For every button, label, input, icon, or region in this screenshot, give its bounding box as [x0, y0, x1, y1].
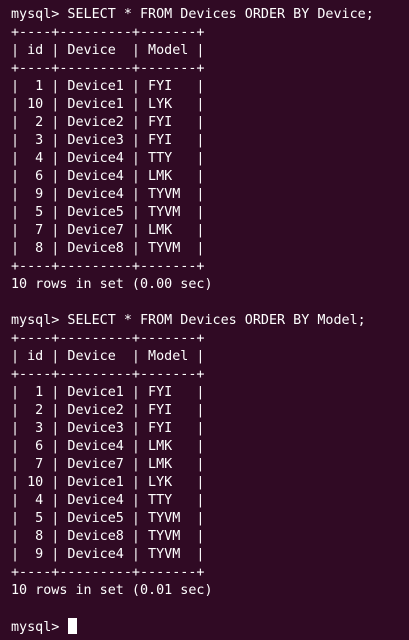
table-row: | 8 | Device8 | TYVM |: [11, 529, 205, 544]
table-border: +----+---------+-------+: [11, 565, 205, 580]
table-row: | 10 | Device1 | LYK |: [11, 475, 205, 490]
text-cursor: [68, 618, 78, 634]
table-border: +----+---------+-------+: [11, 259, 205, 274]
result-summary: 10 rows in set (0.00 sec): [11, 277, 213, 292]
command-prompt-line[interactable]: mysql>: [11, 618, 78, 636]
table-row: | 9 | Device4 | TYVM |: [11, 187, 205, 202]
table-row: | 9 | Device4 | TYVM |: [11, 547, 205, 562]
table-border: +----+---------+-------+: [11, 367, 205, 382]
table-row: | 3 | Device3 | FYI |: [11, 133, 205, 148]
table-row: | 1 | Device1 | FYI |: [11, 79, 205, 94]
table-row: | 7 | Device7 | LMK |: [11, 223, 205, 238]
table-row: | 10 | Device1 | LYK |: [11, 97, 205, 112]
table-row: | 8 | Device8 | TYVM |: [11, 241, 205, 256]
terminal-line-query-2: mysql> SELECT * FROM Devices ORDER BY Mo…: [11, 313, 366, 328]
table-row: | 4 | Device4 | TTY |: [11, 493, 205, 508]
table-row: | 5 | Device5 | TYVM |: [11, 511, 205, 526]
prompt-text: mysql>: [11, 620, 68, 635]
table-header: | id | Device | Model |: [11, 43, 205, 58]
table-row: | 7 | Device7 | LMK |: [11, 457, 205, 472]
result-summary: 10 rows in set (0.01 sec): [11, 583, 213, 598]
table-row: | 2 | Device2 | FYI |: [11, 115, 205, 130]
table-row: | 6 | Device4 | LMK |: [11, 439, 205, 454]
table-row: | 2 | Device2 | FYI |: [11, 403, 205, 418]
table-row: | 4 | Device4 | TTY |: [11, 151, 205, 166]
table-border: +----+---------+-------+: [11, 61, 205, 76]
table-row: | 1 | Device1 | FYI |: [11, 385, 205, 400]
table-border: +----+---------+-------+: [11, 25, 205, 40]
terminal-window[interactable]: mysql> SELECT * FROM Devices ORDER BY De…: [0, 0, 409, 640]
terminal-line-query-1: mysql> SELECT * FROM Devices ORDER BY De…: [11, 7, 374, 22]
table-row: | 6 | Device4 | LMK |: [11, 169, 205, 184]
table-row: | 5 | Device5 | TYVM |: [11, 205, 205, 220]
table-header: | id | Device | Model |: [11, 349, 205, 364]
table-row: | 3 | Device3 | FYI |: [11, 421, 205, 436]
table-border: +----+---------+-------+: [11, 331, 205, 346]
